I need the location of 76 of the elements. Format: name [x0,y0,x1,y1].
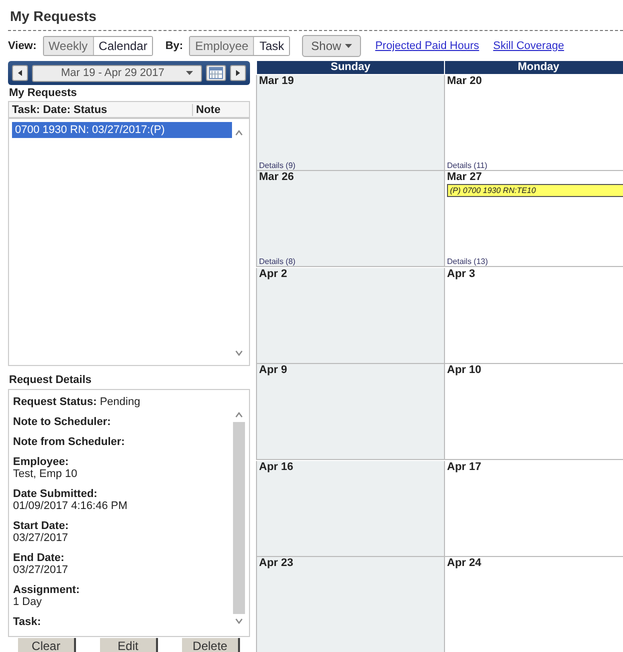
date-label: Apr 23 [259,557,294,570]
link[interactable]: Projected Paid Hours [375,40,480,52]
calendar-day[interactable]: Apr 10 [444,364,623,460]
toggle-button[interactable]: Task [253,37,290,55]
calendar-icon [209,67,223,79]
column-header: Task: Date: Status [11,104,108,116]
show-dropdown[interactable]: Show [302,35,362,57]
caret-icon [345,44,352,48]
calendar-day[interactable]: Apr 9 [256,364,444,460]
page-title: My Requests [9,8,98,26]
field-label: Start Date: [13,520,69,532]
calendar-day[interactable]: Mar 20 Details (11) [444,74,623,171]
date-label: Mar 27 [447,171,483,184]
calendar-day[interactable]: Apr 16 [256,460,444,557]
date-label: Apr 16 [259,460,294,473]
details-link[interactable]: Details (13) [447,257,488,266]
date-label: Mar 20 [447,74,483,87]
date-label: Mar 26 [259,171,295,184]
date-label: Apr 17 [447,460,482,473]
date-range-dropdown[interactable]: Mar 19 - Apr 29 2017 [32,64,202,82]
field-label: Assignment: [13,584,80,596]
day-header: Monday [444,61,623,74]
section-title: My Requests [8,86,78,101]
scroll-up-icon [235,412,243,418]
date-label: Apr 10 [447,364,482,376]
date-label: Mar 19 [259,74,295,87]
calendar-event[interactable]: (P) 0700 1930 RN:TE10 [447,184,623,198]
calendar-day[interactable]: Mar 26 Details (8) [256,171,444,268]
link[interactable]: Skill Coverage [493,40,564,52]
field-label: Employee: [13,456,69,468]
date-label: Apr 9 [259,364,288,376]
toggle-button[interactable]: Employee [190,37,254,55]
field-label: Note to Scheduler: [13,416,111,428]
scroll-up-icon [235,130,243,136]
scroll-down-icon [235,618,243,624]
field-value: 1 Day [13,596,42,608]
calendar-day[interactable]: Mar 19 Details (9) [256,74,444,171]
request-row[interactable]: 0700 1930 RN: 03/27/2017:(P) [12,122,232,138]
section-title: Request Details [8,373,93,388]
details-link[interactable]: Details (11) [447,160,488,170]
column-header: Note [192,104,249,116]
caret-icon [186,71,193,75]
right-arrow-icon [236,70,240,76]
action-button[interactable]: Clear [18,638,76,652]
field-value: Pending [100,396,140,408]
calendar-day[interactable]: Apr 17 [444,460,623,557]
day-header: Sunday [256,61,444,74]
details-link[interactable]: Details (8) [259,257,296,266]
scrollbar-thumb[interactable] [233,422,245,614]
action-button[interactable]: Edit [100,638,158,652]
left-arrow-icon [18,70,22,76]
by-label: By: [165,40,184,52]
toggle-button[interactable]: Calendar [92,37,152,55]
date-label: Apr 2 [259,268,288,280]
toggle-button[interactable]: Weekly [44,37,93,55]
field-value: 03/27/2017 [13,532,68,544]
date-label: Apr 24 [447,557,482,570]
field-label: Date Submitted: [13,488,98,500]
calendar-day[interactable]: Apr 2 [256,268,444,364]
field-value: Test, Emp 10 [13,468,78,480]
details-link[interactable]: Details (9) [259,160,296,170]
view-label: View: [8,40,37,52]
scroll-down-icon [235,350,243,356]
previous-button[interactable] [12,65,28,81]
calendar-day[interactable]: Apr 23 [256,557,444,652]
field-value: 01/09/2017 4:16:46 PM [13,500,128,512]
field-label: End Date: [13,552,64,564]
field-label: Task: [13,616,41,628]
next-button[interactable] [230,65,246,81]
date-label: Apr 3 [447,268,476,280]
field-label: Note from Scheduler: [13,436,125,448]
field-value: 03/27/2017 [13,564,68,576]
calendar-day[interactable]: Apr 3 [444,268,623,364]
calendar-day[interactable]: Mar 27 (P) 0700 1930 RN:TE10 Details (13) [444,171,623,268]
action-button[interactable]: Delete [182,638,240,652]
field-label: Request Status: [13,396,97,408]
